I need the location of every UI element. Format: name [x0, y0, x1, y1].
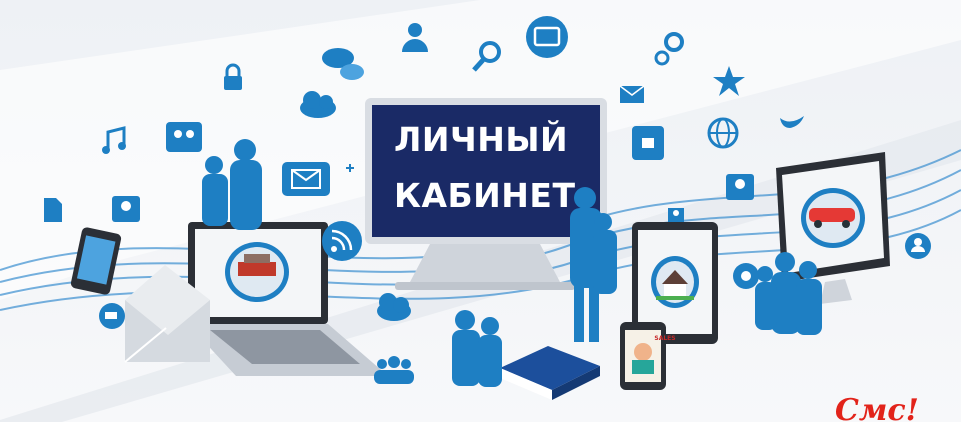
- monitor-title-line1: ЛИЧНЫЙ: [394, 120, 569, 159]
- tablet-icon: [526, 16, 568, 58]
- people-icon: [374, 356, 414, 384]
- profile-icon: [112, 196, 140, 222]
- mail-icon: [282, 162, 330, 196]
- contact-icon: [726, 174, 754, 200]
- rss-icon: [322, 221, 362, 261]
- mail-small-icon: [619, 85, 645, 103]
- monitor-title-line2: КАБИНЕТ: [394, 176, 576, 215]
- scene: ЛИЧНЫЙ КАБИНЕТ SALES Смс!: [0, 0, 961, 422]
- phone-screen-label-wrap: SALES: [647, 333, 683, 379]
- phone-screen-label: SALES: [654, 335, 676, 342]
- group-icon: [166, 122, 202, 152]
- small-user-icon: [668, 208, 684, 222]
- corner-logo-text: Смс!: [835, 393, 919, 422]
- contact-lock-icon: [632, 126, 664, 160]
- right-user-icon: [905, 233, 931, 259]
- monitor-title: ЛИЧНЫЙ КАБИНЕТ: [380, 112, 610, 230]
- cart-icon: [99, 303, 125, 329]
- document-icon: [44, 198, 62, 222]
- camera-icon: [733, 263, 759, 289]
